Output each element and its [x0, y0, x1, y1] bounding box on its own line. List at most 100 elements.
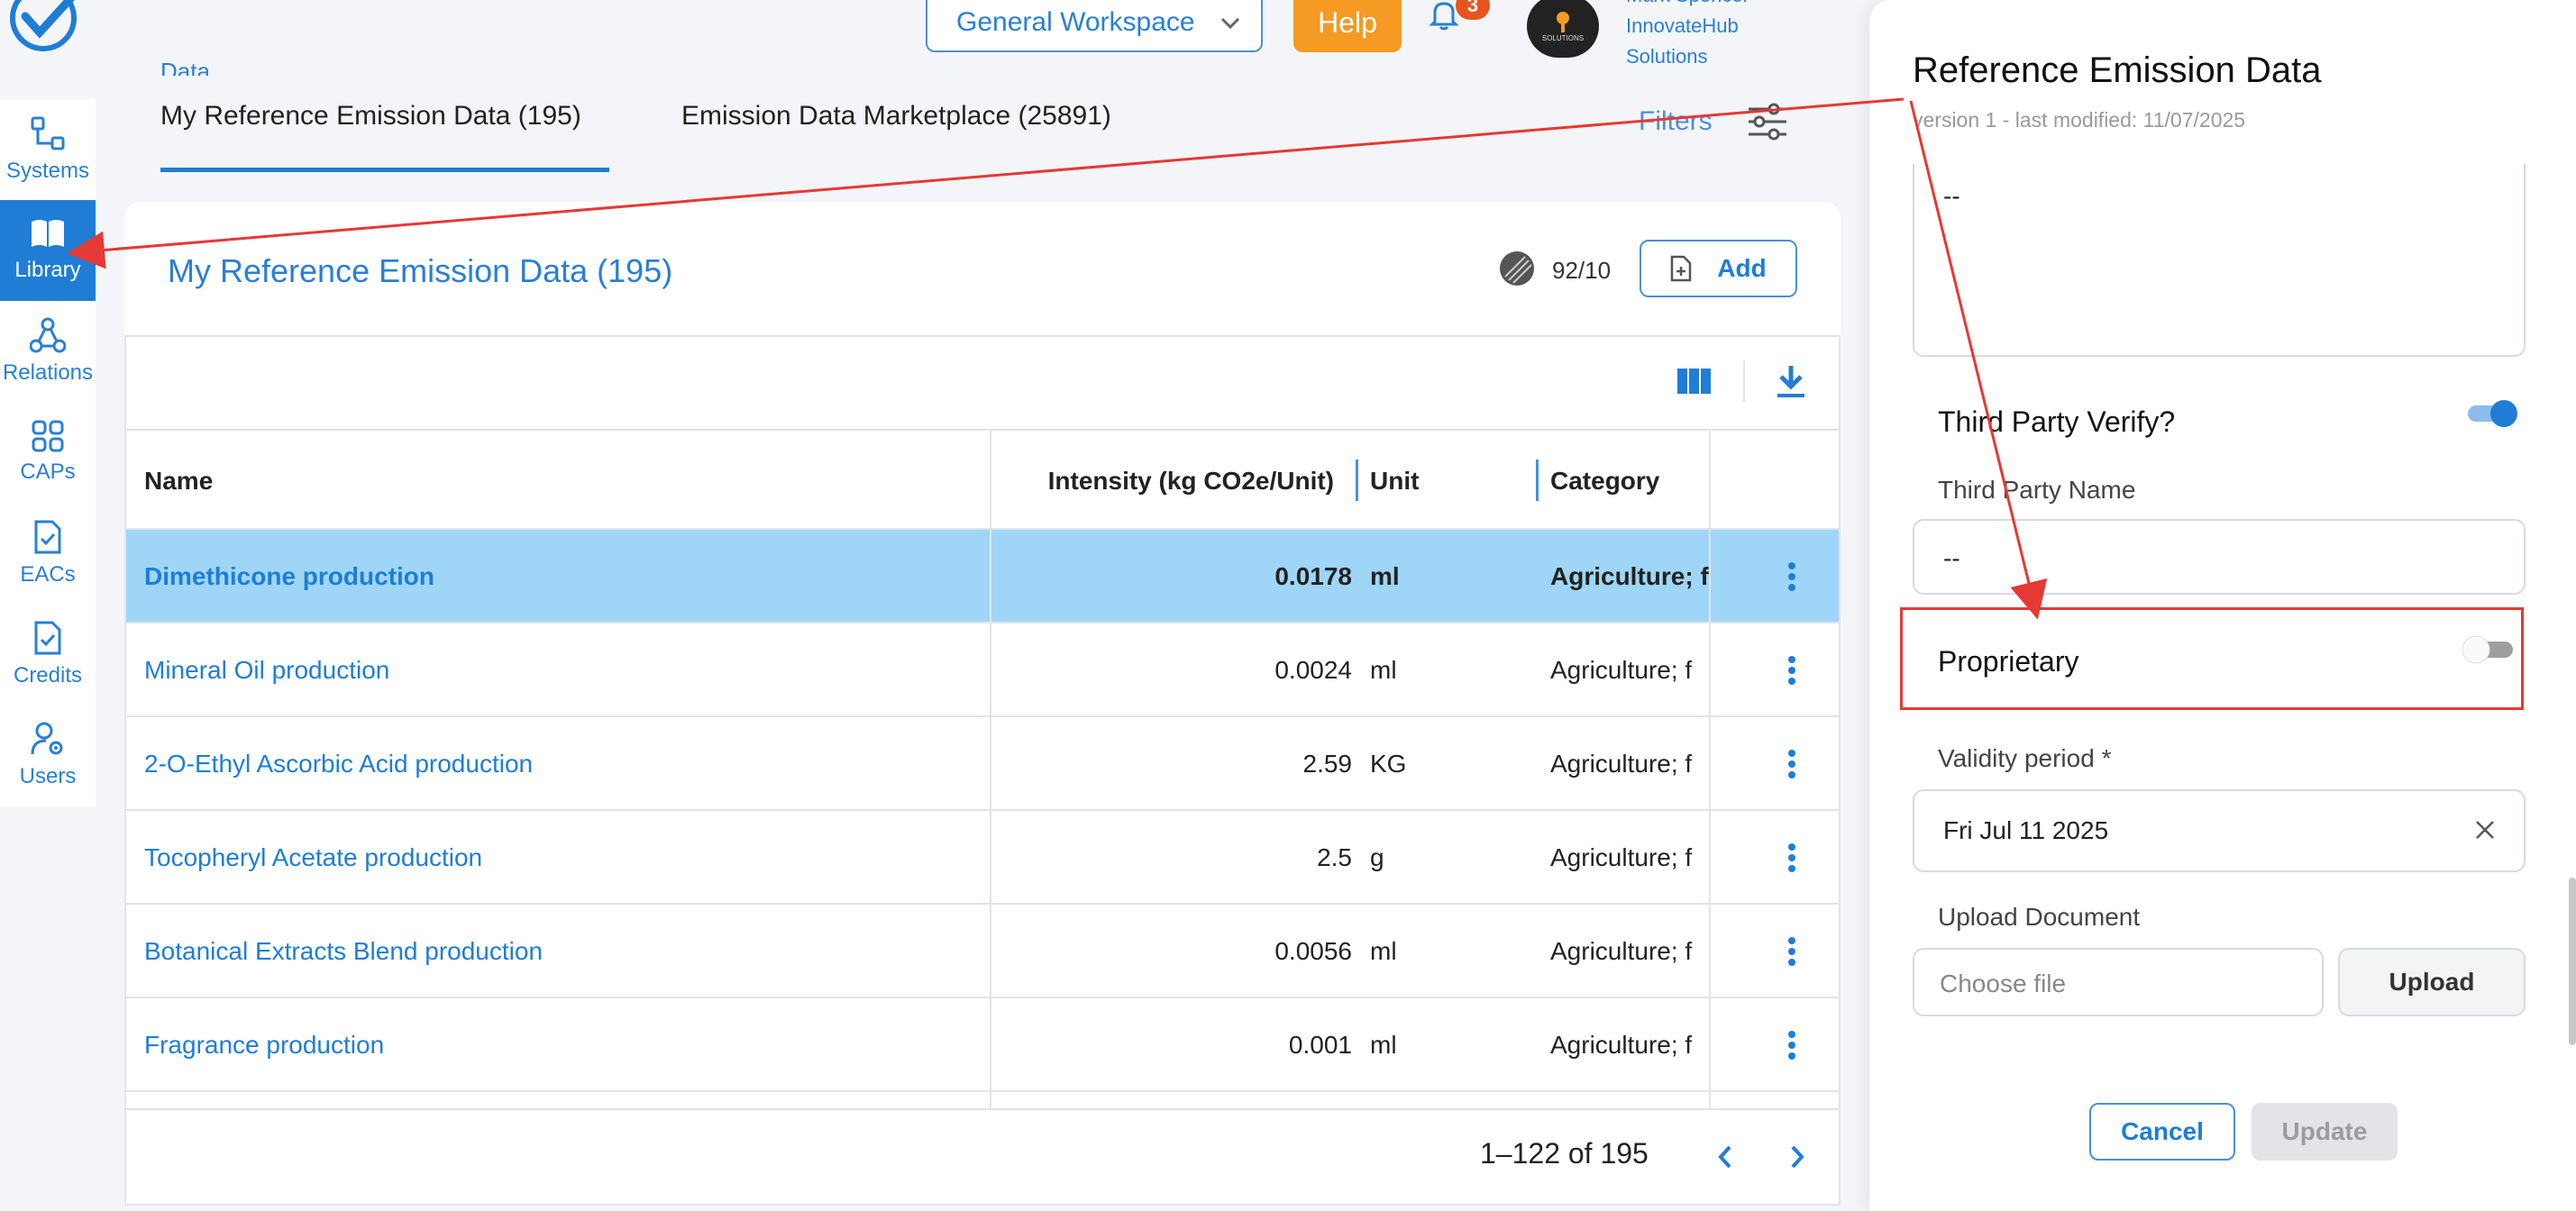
column-header-unit[interactable]: Unit — [1370, 467, 1419, 496]
workspace-select-value: General Workspace — [956, 7, 1195, 37]
sidebar-item-relations[interactable]: Relations — [0, 301, 96, 402]
cell-intensity: 2.59 — [1302, 750, 1353, 778]
column-divider — [1709, 429, 1711, 1110]
table-row[interactable]: Tocopheryl Acetate production 2.5 g Agricul… — [126, 811, 1839, 905]
columns-icon[interactable] — [1676, 368, 1713, 395]
third-party-verify-toggle[interactable] — [2466, 398, 2520, 429]
file-add-icon — [1671, 255, 1692, 282]
table-header-top-border — [126, 429, 1839, 431]
cell-unit: ml — [1370, 937, 1397, 965]
sidebar: Systems Library Relations CAPs EACs Cred… — [0, 99, 96, 807]
drawer-title: Reference Emission Data — [1913, 50, 2322, 90]
table-row[interactable]: Dimethicone production 0.0178 ml Agricultur… — [126, 530, 1839, 624]
help-button[interactable]: Help — [1293, 0, 1402, 52]
kebab-menu-icon[interactable] — [1765, 905, 1819, 998]
sidebar-item-label: CAPs — [20, 460, 76, 484]
progress-circle-icon — [1498, 250, 1536, 287]
sidebar-item-label: Users — [19, 764, 77, 788]
avatar-text: SOLUTIONS — [1541, 33, 1585, 42]
systems-icon — [31, 116, 65, 150]
column-resize-handle[interactable] — [1536, 460, 1539, 501]
cell-name[interactable]: Tocopheryl Acetate production — [144, 811, 482, 905]
validity-period-value: Fri Jul 11 2025 — [1943, 816, 2109, 844]
cell-intensity: 0.0024 — [1274, 656, 1352, 684]
user-name: Mark Spencer — [1626, 0, 1749, 7]
table-row[interactable]: Botanical Extracts Blend production 0.005… — [126, 905, 1839, 998]
sidebar-item-label: EACs — [20, 562, 76, 587]
toolbar-divider — [1743, 360, 1745, 402]
cell-name[interactable]: 2-O-Ethyl Ascorbic Acid production — [144, 717, 533, 811]
pagination-range: 1–122 of 195 — [1480, 1137, 1649, 1170]
user-gear-icon — [31, 722, 63, 755]
third-party-name-input[interactable] — [1913, 519, 2526, 595]
avatar[interactable]: SOLUTIONS — [1527, 0, 1599, 58]
sidebar-item-caps[interactable]: CAPs — [0, 402, 96, 503]
sidebar-item-systems[interactable]: Systems — [0, 99, 96, 200]
cancel-button[interactable]: Cancel — [2089, 1103, 2235, 1161]
tab-emission-data-marketplace[interactable]: Emission Data Marketplace (25891) — [681, 101, 1111, 132]
clear-icon[interactable] — [2475, 820, 2495, 840]
tab-indicator — [160, 168, 609, 172]
cell-name[interactable]: Mineral Oil production — [144, 624, 389, 717]
org-name: InnovateHub Solutions — [1626, 11, 1739, 72]
document-check-icon — [34, 621, 61, 655]
filters-button[interactable]: Filters — [1639, 106, 1713, 137]
column-header-intensity[interactable]: Intensity (kg CO2e/Unit) — [955, 467, 1334, 496]
grid-icon — [32, 420, 64, 452]
drawer-scrollbar[interactable] — [2569, 878, 2576, 1045]
chevron-left-icon[interactable] — [1716, 1144, 1734, 1170]
sidebar-item-library[interactable]: Library — [0, 200, 96, 301]
description-value: -- — [1943, 182, 1960, 210]
description-textarea[interactable] — [1913, 164, 2526, 357]
cell-name[interactable]: Botanical Extracts Blend production — [144, 905, 543, 998]
cell-name[interactable]: Fragrance production — [144, 998, 384, 1092]
card-title: My Reference Emission Data (195) — [168, 252, 673, 289]
cell-intensity: 0.0056 — [1274, 937, 1352, 965]
kebab-menu-icon[interactable] — [1765, 811, 1819, 905]
add-button[interactable]: Add — [1640, 240, 1797, 297]
logo-check-icon — [9, 0, 81, 54]
kebab-menu-icon[interactable] — [1765, 998, 1819, 1092]
cell-name[interactable]: Dimethicone production — [144, 530, 434, 624]
kebab-menu-icon[interactable] — [1765, 717, 1819, 811]
org-name-line1: InnovateHub — [1626, 14, 1739, 37]
table-row[interactable]: 2-O-Ethyl Ascorbic Acid production 2.59 KG… — [126, 717, 1839, 811]
cell-intensity: 0.001 — [1288, 1031, 1352, 1059]
table-row[interactable]: Mineral Oil production 0.0024 ml Agricultur… — [126, 624, 1839, 717]
table-row[interactable]: Fragrance production 0.001 ml Agriculture; … — [126, 998, 1839, 1092]
filter-sliders-icon[interactable] — [1747, 103, 1788, 141]
sidebar-item-eacs[interactable]: EACs — [0, 503, 96, 604]
workspace-select[interactable]: General Workspace — [926, 0, 1263, 52]
book-icon — [32, 220, 64, 247]
cell-unit: ml — [1370, 656, 1397, 684]
notification-badge: 3 — [1456, 0, 1490, 20]
proprietary-toggle[interactable] — [2461, 634, 2515, 665]
column-divider — [990, 429, 991, 1110]
sidebar-item-label: Library — [14, 258, 81, 282]
column-header-category[interactable]: Category — [1550, 467, 1659, 496]
tab-my-reference-emission-data[interactable]: My Reference Emission Data (195) — [160, 101, 581, 132]
chevron-right-icon[interactable] — [1788, 1144, 1806, 1170]
kebab-menu-icon[interactable] — [1765, 530, 1819, 624]
document-check-icon — [34, 520, 61, 554]
sidebar-item-credits[interactable]: Credits — [0, 604, 96, 705]
cell-unit: ml — [1370, 1031, 1397, 1059]
third-party-name-label: Third Party Name — [1938, 476, 2136, 504]
usage-counter: 92/10 — [1552, 257, 1612, 284]
third-party-name-value: -- — [1943, 544, 1960, 572]
sidebar-item-users[interactable]: Users — [0, 705, 96, 806]
cell-unit: ml — [1370, 562, 1400, 590]
upload-button[interactable]: Upload — [2338, 948, 2526, 1016]
add-button-label: Add — [1717, 254, 1767, 282]
sidebar-item-label: Relations — [2, 360, 94, 385]
column-header-name[interactable]: Name — [144, 467, 213, 496]
update-button[interactable]: Update — [2252, 1103, 2398, 1161]
sidebar-item-label: Systems — [5, 159, 89, 183]
column-resize-handle[interactable] — [1356, 460, 1358, 501]
kebab-menu-icon[interactable] — [1765, 624, 1819, 717]
chevron-down-icon — [1220, 17, 1240, 30]
cell-intensity: 2.5 — [1317, 843, 1352, 871]
download-icon[interactable] — [1776, 364, 1806, 398]
cell-unit: KG — [1370, 750, 1407, 778]
org-name-line2: Solutions — [1626, 45, 1708, 68]
